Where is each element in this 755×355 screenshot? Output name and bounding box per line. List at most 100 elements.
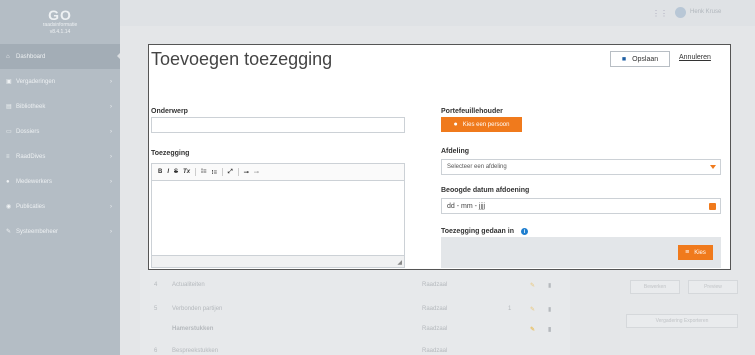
clear-format-icon[interactable]: Tx (183, 169, 190, 175)
trash-icon[interactable]: ▮ (548, 306, 551, 313)
table-row[interactable]: 6 Bespreekstukken Raadzaal (150, 348, 570, 355)
trash-icon[interactable]: ▮ (548, 326, 551, 333)
choose-button[interactable]: ≡ Kies (678, 245, 713, 260)
save-button[interactable]: ■ Opslaan (610, 51, 670, 67)
row-location: Raadzaal (422, 326, 448, 332)
choose-person-label: Kies een persoon (462, 121, 510, 128)
toolbar-divider (237, 168, 239, 176)
row-location: Raadzaal (422, 348, 448, 354)
sidebar-item-systeembeheer[interactable]: ✎ Systeembeheer › (0, 219, 120, 244)
choose-button-label: Kies (694, 249, 706, 256)
chevron-down-icon (710, 165, 716, 169)
trash-icon[interactable]: ▮ (548, 282, 551, 289)
strikethrough-icon[interactable]: S (174, 169, 178, 175)
sidebar-item-dashboard[interactable]: ⌂ Dashboard (0, 44, 121, 69)
edit-icon[interactable]: ✎ (530, 306, 535, 313)
chevron-right-icon: › (110, 228, 112, 235)
chevron-right-icon: › (110, 178, 112, 185)
sidebar-item-label: Systeembeheer (16, 228, 59, 235)
row-number: 4 (154, 282, 158, 288)
export-meeting-button[interactable]: Vergadering Exporteren (626, 314, 738, 328)
datum-label: Beoogde datum afdoening (441, 187, 530, 194)
table-row[interactable]: 4 Actualiteiten Raadzaal ✎ ▮ (150, 282, 570, 292)
sidebar-item-label: Dossiers (16, 128, 40, 135)
globe-icon: ◉ (6, 204, 12, 210)
user-icon: ● (453, 121, 458, 128)
cancel-link[interactable]: Annuleren (679, 54, 711, 61)
bold-icon[interactable]: B (158, 169, 162, 175)
table-row[interactable]: Hamerstukken Raadzaal ✎ ▮ (150, 326, 570, 336)
sidebar: GO raadsinformatie v8.4.1.14 ⌂ Dashboard… (0, 0, 121, 355)
logo-text: GO (48, 7, 72, 23)
app-logo[interactable]: GO raadsinformatie v8.4.1.14 (0, 0, 120, 44)
floppy-disk-icon: ■ (621, 55, 627, 63)
afdeling-placeholder: Selecteer een afdeling (447, 164, 507, 170)
chevron-right-icon: › (110, 153, 112, 160)
afdeling-label: Afdeling (441, 148, 469, 155)
unlink-icon[interactable]: ⊸ (254, 169, 259, 176)
home-icon: ⌂ (6, 53, 10, 60)
resize-handle-icon[interactable]: ◢ (397, 259, 402, 266)
italic-icon[interactable]: I (167, 169, 169, 175)
chevron-right-icon: › (110, 203, 112, 210)
row-number: 6 (154, 348, 158, 354)
row-count: 1 (508, 306, 512, 312)
list-icon: ≡ (6, 153, 10, 160)
sidebar-item-label: Vergaderingen (16, 78, 56, 85)
choose-person-button[interactable]: ● Kies een persoon (441, 117, 522, 132)
chevron-right-icon: › (110, 128, 112, 135)
editor-toolbar: B I S Tx ⁞≡ ⁝≡ ⤢ ⊸ ⊸ (151, 163, 405, 180)
onderwerp-input[interactable] (151, 117, 405, 133)
apps-grid-icon[interactable]: ⋮⋮ (652, 9, 668, 18)
calendar-icon: ▣ (6, 79, 12, 85)
chevron-right-icon: › (110, 78, 112, 85)
toezegging-editor[interactable] (151, 180, 405, 256)
datum-input[interactable]: dd - mm - jjjj (441, 198, 721, 214)
row-title: Hamerstukken (172, 326, 214, 332)
row-location: Raadzaal (422, 282, 448, 288)
edit-icon[interactable]: ✎ (530, 326, 535, 333)
sidebar-item-dossiers[interactable]: ▭ Dossiers › (0, 119, 120, 144)
toolbar-divider (221, 168, 223, 176)
folder-icon: ▭ (6, 129, 12, 135)
modal-title: Toevoegen toezegging (151, 49, 333, 69)
sidebar-item-label: Medewerkers (16, 178, 53, 185)
avatar[interactable] (675, 7, 686, 18)
list-icon: ≡ (685, 249, 690, 256)
row-title: Verbonden partijen (172, 306, 223, 312)
user-name[interactable]: Henk Kruse (690, 9, 721, 15)
sidebar-item-label: Dashboard (16, 53, 46, 60)
link-icon[interactable]: ⊸ (244, 169, 249, 176)
save-button-label: Opslaan (632, 55, 659, 63)
row-number: 5 (154, 306, 158, 312)
ordered-list-icon[interactable]: ⁞≡ (201, 169, 207, 175)
sidebar-item-vergaderingen[interactable]: ▣ Vergaderingen › (0, 69, 120, 94)
edit-button[interactable]: Bewerken (630, 280, 680, 294)
toolbar-divider (195, 168, 197, 176)
chevron-right-icon: › (110, 103, 112, 110)
sidebar-item-label: Publicaties (16, 203, 46, 210)
afdeling-select[interactable]: Selecteer een afdeling (441, 159, 721, 175)
wrench-icon: ✎ (6, 229, 12, 235)
info-icon[interactable]: i (521, 228, 528, 235)
row-title: Bespreekstukken (172, 348, 219, 354)
toezegging-label: Toezegging (151, 150, 190, 157)
row-location: Raadzaal (422, 306, 448, 312)
sidebar-item-medewerkers[interactable]: ● Medewerkers › (0, 169, 120, 194)
app-version: v8.4.1.14 (49, 29, 71, 35)
sidebar-item-publicaties[interactable]: ◉ Publicaties › (0, 194, 120, 219)
row-title: Actualiteiten (172, 282, 205, 288)
sidebar-item-label: Bibliotheek (16, 103, 46, 110)
sidebar-item-raaddives[interactable]: ≡ RaadDives › (0, 144, 120, 169)
book-icon: ▤ (6, 104, 12, 110)
sidebar-item-bibliotheek[interactable]: ▤ Bibliotheek › (0, 94, 120, 119)
portefeuillehouder-label: Portefeuillehouder (441, 108, 503, 115)
preview-button[interactable]: Preview (688, 280, 738, 294)
calendar-icon[interactable] (709, 203, 716, 210)
edit-icon[interactable]: ✎ (530, 282, 535, 289)
table-row[interactable]: 5 Verbonden partijen Raadzaal 1 ✎ ▮ (150, 306, 570, 316)
add-commitment-modal: Toevoegen toezegging ■ Opslaan Annuleren… (148, 44, 731, 270)
editor-statusbar: ◢ (151, 256, 405, 268)
unordered-list-icon[interactable]: ⁝≡ (212, 169, 217, 176)
maximize-icon[interactable]: ⤢ (228, 169, 233, 176)
